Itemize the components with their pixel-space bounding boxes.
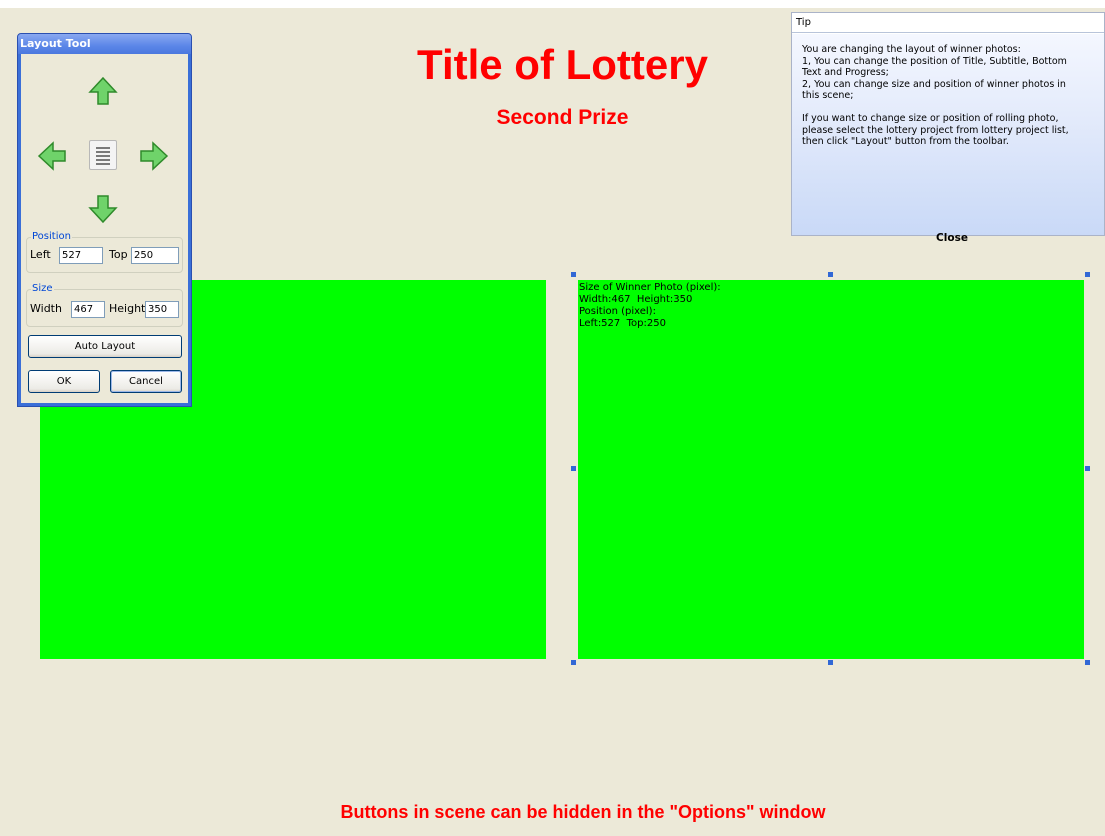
cancel-button[interactable]: Cancel [110,370,182,393]
tip-text: You are changing the layout of winner ph… [802,44,1069,147]
left-label: Left [30,248,51,261]
tip-close-button[interactable]: Close [912,231,992,245]
resize-handle-middle-right[interactable] [1085,466,1090,471]
ok-button[interactable]: OK [28,370,100,393]
tip-window: Tip You are changing the layout of winne… [791,12,1105,244]
height-label: Height [109,302,146,315]
size-group-label: Size [31,283,54,295]
top-input[interactable] [131,247,179,264]
resize-handle-bottom-middle[interactable] [828,660,833,665]
layout-tool-titlebar[interactable]: Layout Tool [18,34,191,54]
resize-handle-middle-left[interactable] [571,466,576,471]
left-input[interactable] [59,247,103,264]
align-center-icon[interactable] [89,140,117,170]
resize-handle-top-right[interactable] [1085,272,1090,277]
tip-titlebar: Tip [792,13,1104,33]
top-border [0,0,1105,8]
arrow-up-icon[interactable] [88,76,118,106]
layout-tool-body: Position Left Top Size Width Height Auto… [21,54,188,403]
resize-handle-top-middle[interactable] [828,272,833,277]
resize-handle-bottom-right[interactable] [1085,660,1090,665]
arrow-right-icon[interactable] [139,141,169,171]
size-group: Size Width Height [26,283,183,327]
layout-tool-window: Layout Tool Position Left Top [17,33,192,407]
auto-layout-button[interactable]: Auto Layout [28,335,182,358]
position-group-label: Position [31,231,72,243]
lottery-title[interactable]: Title of Lottery [340,40,785,90]
arrow-left-icon[interactable] [37,141,67,171]
photo-size-info: Size of Winner Photo (pixel): Width:467 … [579,282,721,329]
position-group: Position Left Top [26,231,183,273]
width-input[interactable] [71,301,105,318]
resize-handle-bottom-left[interactable] [571,660,576,665]
lottery-subtitle[interactable]: Second Prize [440,105,685,131]
arrow-down-icon[interactable] [88,194,118,224]
height-input[interactable] [145,301,179,318]
bottom-text[interactable]: Buttons in scene can be hidden in the "O… [200,800,966,824]
tip-body: You are changing the layout of winner ph… [792,34,1104,244]
width-label: Width [30,302,62,315]
resize-handle-top-left[interactable] [571,272,576,277]
winner-photo-right-selected[interactable]: Size of Winner Photo (pixel): Width:467 … [578,280,1084,659]
top-label: Top [109,248,128,261]
